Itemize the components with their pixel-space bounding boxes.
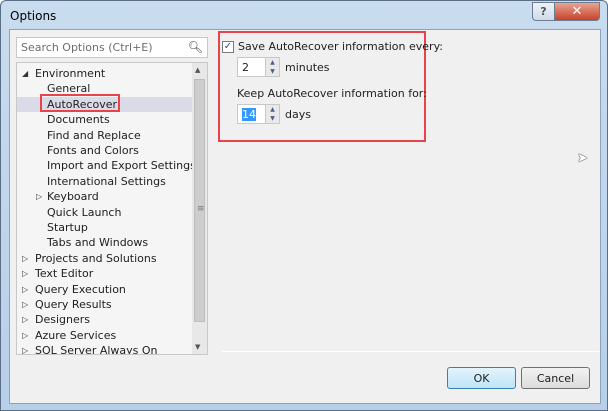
- tree-item-label: Tabs and Windows: [47, 236, 149, 250]
- save-autorecover-checkbox[interactable]: ✓: [222, 41, 234, 53]
- days-stepper[interactable]: 14 ▲ ▼: [237, 104, 280, 124]
- keep-autorecover-label: Keep AutoRecover information for:: [237, 87, 427, 100]
- days-label: days: [285, 108, 311, 121]
- dialog-body: Search Options (Ctrl+E) 🔍︎ ▷ SQL Server A…: [9, 29, 601, 404]
- tree-item-label: Query Results: [35, 298, 112, 311]
- collapsed-arrow-icon[interactable]: ▷: [22, 343, 28, 354]
- tree-item[interactable]: ▷ Keyboard: [17, 189, 193, 204]
- collapsed-arrow-icon[interactable]: ▷: [22, 297, 28, 312]
- spin-down-icon[interactable]: ▼: [266, 67, 279, 76]
- search-placeholder: Search Options (Ctrl+E): [21, 41, 153, 54]
- tree-item-label: Import and Export Settings: [47, 159, 196, 173]
- scrollbar-thumb[interactable]: ≡: [194, 79, 205, 322]
- spin-up-icon[interactable]: ▲: [266, 58, 279, 67]
- collapsed-arrow-icon[interactable]: ▷: [22, 251, 28, 266]
- tree-item-label: International Settings: [47, 174, 166, 188]
- tree-item[interactable]: ▷ Query Results: [17, 297, 193, 312]
- tree-item-label: Query Execution: [35, 282, 126, 296]
- scroll-down-icon[interactable]: ▼: [195, 343, 200, 351]
- expanded-arrow-icon[interactable]: ◢: [22, 66, 28, 81]
- tree-item[interactable]: ▷ Query Execution: [17, 282, 193, 297]
- tree-item-label: Documents: [47, 113, 110, 127]
- tree-item[interactable]: Documents: [17, 112, 193, 127]
- divider: [222, 351, 600, 352]
- tree-item[interactable]: Quick Launch: [17, 205, 193, 220]
- tree-scrollbar[interactable]: ▲ ≡ ▼: [192, 63, 207, 354]
- tree-item[interactable]: ▷ Azure Services: [17, 328, 193, 343]
- tree-item-label: Azure Services: [35, 328, 117, 342]
- collapsed-arrow-icon[interactable]: ▷: [22, 312, 28, 327]
- tree-item[interactable]: Fonts and Colors: [17, 143, 193, 158]
- minutes-value[interactable]: 2: [242, 61, 249, 74]
- collapsed-arrow-icon[interactable]: ▷: [22, 282, 28, 297]
- tree-item[interactable]: ▷ Designers: [17, 312, 193, 327]
- scroll-up-icon[interactable]: ▲: [195, 66, 200, 74]
- window-title: Options: [10, 9, 57, 23]
- tree-item-label: Fonts and Colors: [47, 144, 139, 157]
- collapsed-arrow-icon[interactable]: ▷: [36, 189, 42, 204]
- tree-item[interactable]: Tabs and Windows: [17, 235, 193, 250]
- save-autorecover-label: Save AutoRecover information every:: [238, 40, 443, 53]
- tree-item-label: SQL Server Always On: [35, 344, 158, 355]
- autorecover-highlight: [40, 94, 120, 112]
- search-input[interactable]: Search Options (Ctrl+E) 🔍︎: [16, 37, 208, 58]
- minutes-label: minutes: [285, 61, 330, 74]
- tree-item[interactable]: ◢ Environment: [17, 66, 193, 81]
- tree-item-label: Projects and Solutions: [35, 251, 157, 265]
- mouse-cursor-icon: ➤: [577, 151, 588, 166]
- collapsed-arrow-icon[interactable]: ▷: [22, 266, 28, 281]
- tree-item-label: Keyboard: [47, 190, 99, 204]
- help-button[interactable]: ?: [532, 2, 554, 21]
- search-icon[interactable]: 🔍︎: [188, 40, 203, 54]
- tree-item-label: Quick Launch: [47, 205, 122, 219]
- tree-item-label: Startup: [47, 221, 88, 234]
- tree-item[interactable]: ▷ Projects and Solutions: [17, 251, 193, 266]
- tree-item-label: Designers: [35, 313, 90, 327]
- collapsed-arrow-icon[interactable]: ▷: [22, 328, 28, 343]
- spin-up-icon[interactable]: ▲: [266, 105, 279, 114]
- close-button[interactable]: ✕: [554, 2, 600, 21]
- tree-item[interactable]: Find and Replace: [17, 128, 193, 143]
- cancel-button[interactable]: Cancel: [521, 367, 590, 389]
- tree-item[interactable]: ▷ SQL Server Always On: [17, 343, 193, 355]
- tree-item-label: Environment: [35, 67, 106, 80]
- spin-down-icon[interactable]: ▼: [266, 114, 279, 123]
- tree-item[interactable]: Import and Export Settings: [17, 158, 196, 173]
- options-dialog: Options ? ✕ Search Options (Ctrl+E) 🔍︎ ▷…: [0, 0, 608, 411]
- tree-item[interactable]: Startup: [17, 220, 193, 235]
- tree-item[interactable]: ▷ Text Editor: [17, 266, 193, 281]
- minutes-stepper[interactable]: 2 ▲ ▼: [237, 57, 280, 77]
- tree-item-label: Text Editor: [35, 267, 94, 281]
- tree-item-label: Find and Replace: [47, 128, 141, 142]
- grip-icon: ≡: [197, 204, 205, 214]
- ok-button[interactable]: OK: [447, 367, 516, 389]
- tree-item[interactable]: International Settings: [17, 174, 193, 189]
- days-value[interactable]: 14: [242, 108, 256, 121]
